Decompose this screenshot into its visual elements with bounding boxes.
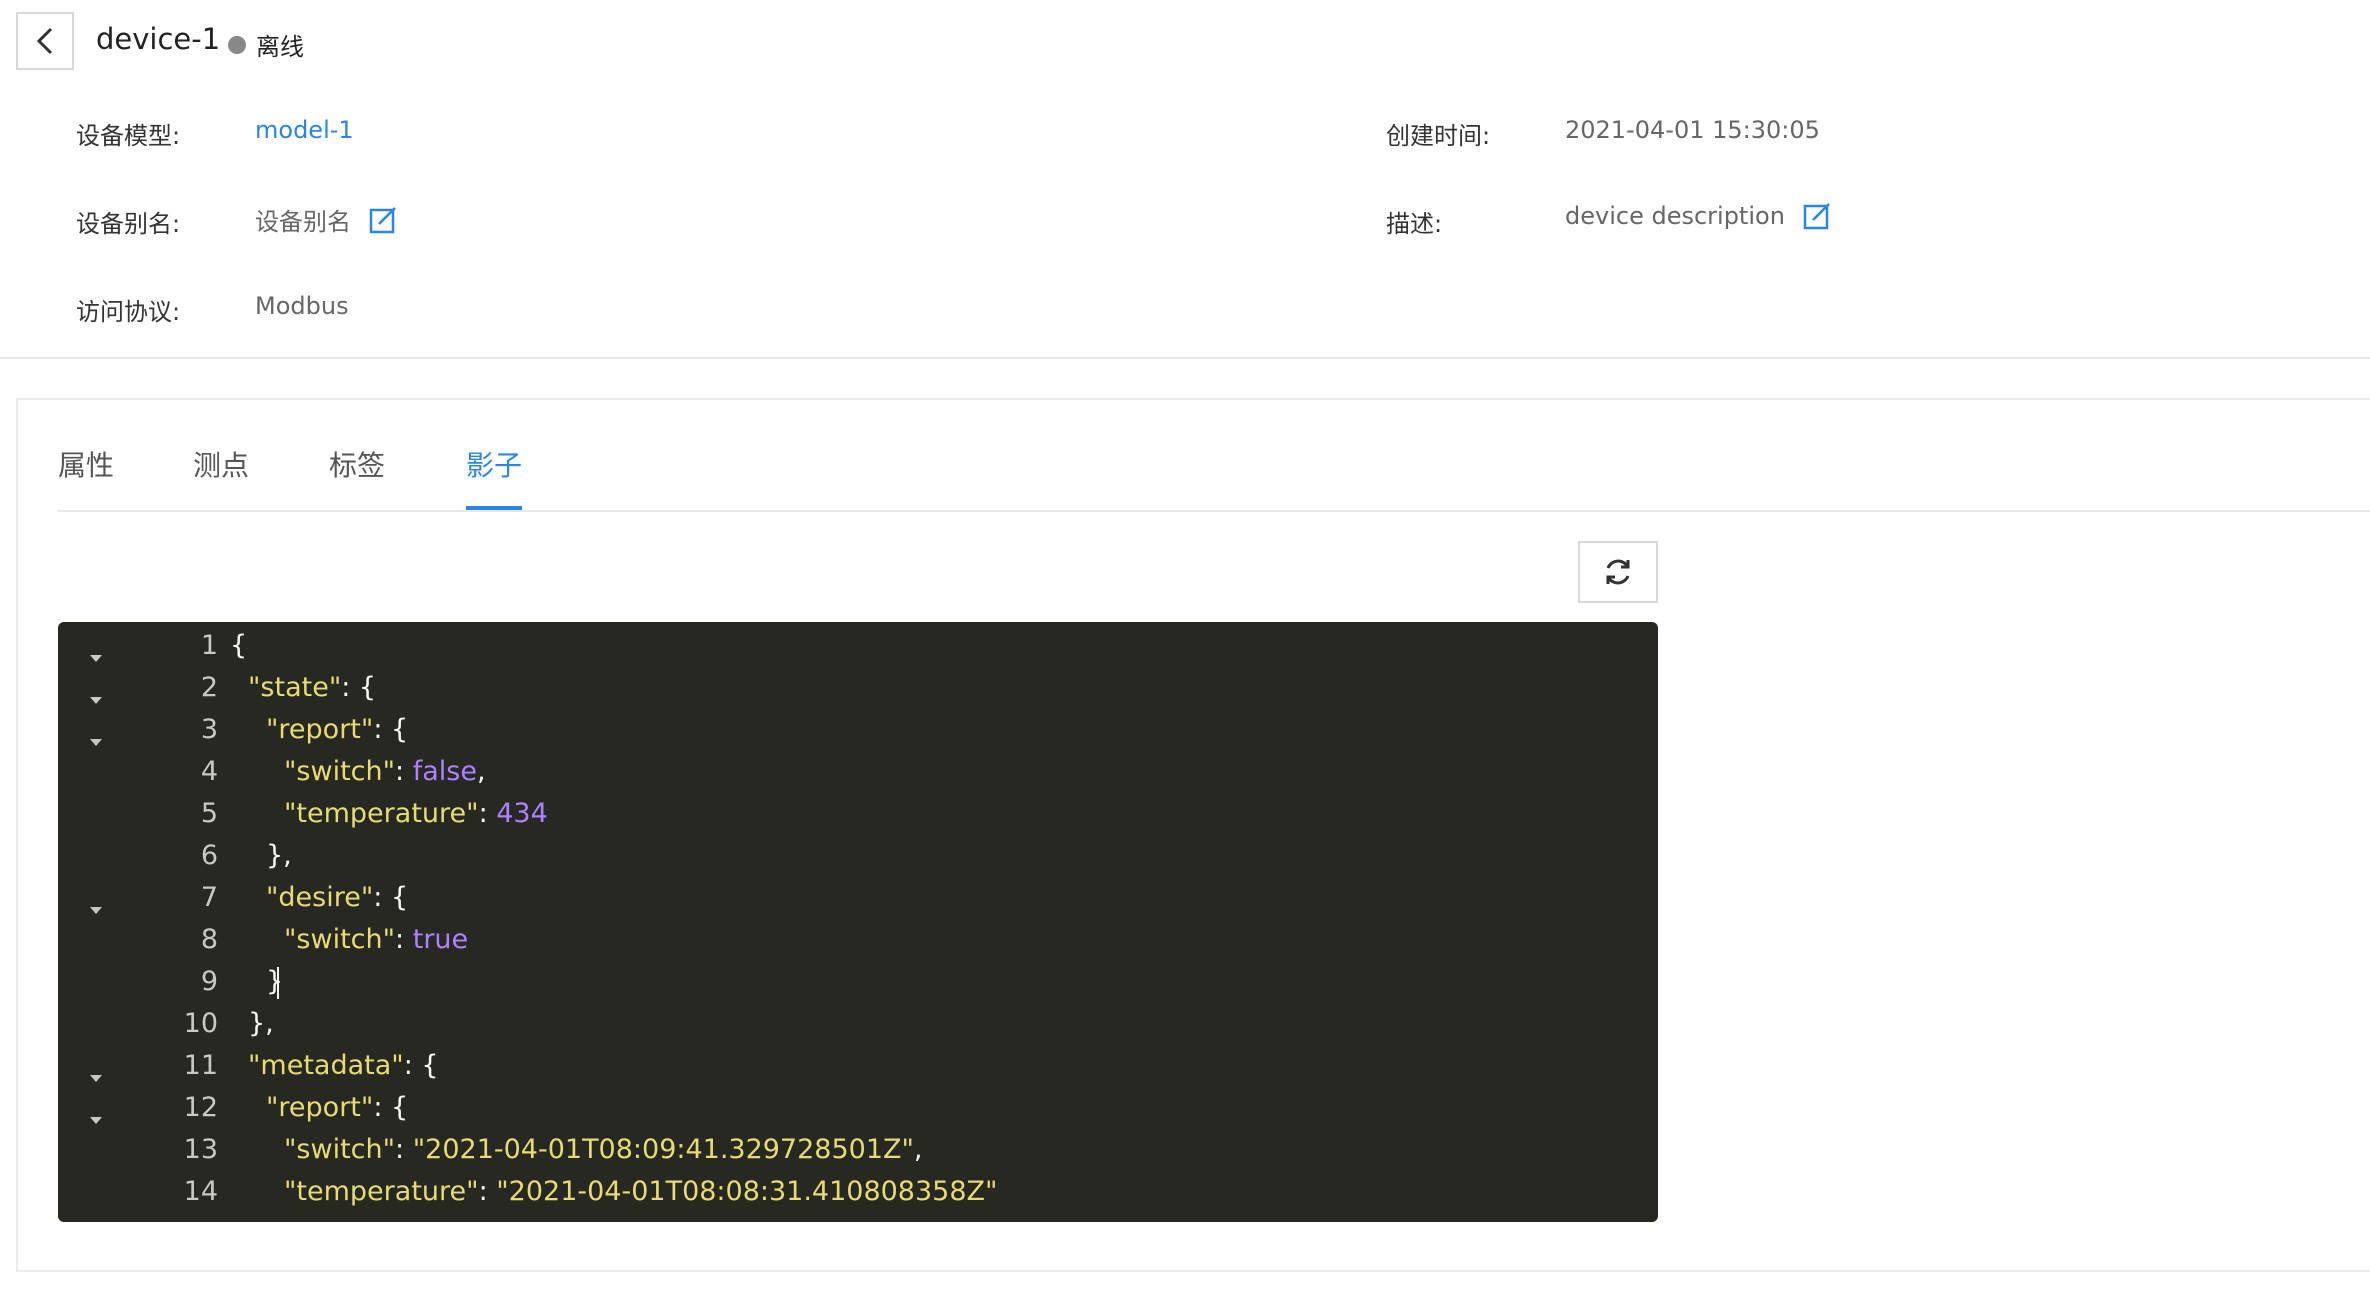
description-label: 描述:: [1386, 210, 1443, 238]
line-number: 12: [183, 1092, 218, 1123]
code-line: 4 "switch": false,: [58, 752, 1658, 794]
code-line: 6},: [58, 836, 1658, 878]
description-text: device description: [1565, 202, 1785, 230]
line-number: 6: [200, 840, 218, 871]
code-line: 1{: [58, 626, 1658, 668]
description-value: device description: [1565, 202, 1831, 230]
code-line: 8 "switch": true: [58, 920, 1658, 962]
line-number: 14: [183, 1176, 218, 1207]
caret-down-icon[interactable]: [88, 640, 104, 671]
device-title: device-1: [96, 22, 221, 56]
code-line: 11 "metadata": {: [58, 1046, 1658, 1088]
tab-tags[interactable]: 标签: [329, 444, 385, 484]
code-line: 9}: [58, 962, 1658, 1004]
back-button[interactable]: [16, 12, 74, 70]
edit-description-icon[interactable]: [1803, 202, 1831, 230]
code-text: "state": {: [248, 672, 377, 703]
line-number: 5: [200, 798, 218, 829]
code-text: "switch": false,: [284, 756, 486, 787]
chevron-left-icon: [36, 27, 53, 55]
code-text: },: [266, 840, 292, 871]
caret-down-icon[interactable]: [88, 682, 104, 713]
code-text: {: [230, 630, 248, 661]
code-line: 13 "switch": "2021-04-01T08:09:41.3297285…: [58, 1130, 1658, 1172]
line-number: 3: [200, 714, 218, 745]
code-text: "switch": "2021-04-01T08:09:41.329728501…: [284, 1134, 923, 1165]
line-number: 10: [183, 1008, 218, 1039]
device-header: device-1 离线 设备模型: model-1 设备别名: 设备别名 访问协…: [0, 0, 2370, 359]
text-cursor: [277, 966, 280, 999]
line-number: 7: [200, 882, 218, 913]
code-line: 14 "temperature": "2021-04-01T08:08:31.41…: [58, 1172, 1658, 1214]
line-number: 8: [200, 924, 218, 955]
model-label: 设备模型:: [76, 122, 181, 150]
tab-shadow[interactable]: 影子: [466, 444, 522, 484]
code-line: 10},: [58, 1004, 1658, 1046]
line-number: 4: [200, 756, 218, 787]
code-text: "switch": true: [284, 924, 469, 955]
created-value: 2021-04-01 15:30:05: [1565, 116, 1820, 144]
code-line: 2 "state": {: [58, 668, 1658, 710]
protocol-value: Modbus: [255, 292, 349, 320]
line-number: 1: [200, 630, 218, 661]
line-number: 13: [183, 1134, 218, 1165]
code-text: "desire": {: [266, 882, 409, 913]
tab-properties[interactable]: 属性: [58, 444, 114, 484]
refresh-icon: [1606, 559, 1630, 585]
status-badge: 离线: [228, 27, 304, 62]
edit-alias-icon[interactable]: [369, 206, 397, 234]
code-text: },: [248, 1008, 274, 1039]
caret-down-icon[interactable]: [88, 1060, 104, 1091]
json-editor[interactable]: 1{2 "state": {3 "report": {4 "switch": fals…: [58, 622, 1658, 1222]
code-line: 3 "report": {: [58, 710, 1658, 752]
alias-label: 设备别名:: [76, 210, 181, 238]
line-number: 11: [183, 1050, 218, 1081]
active-tab-indicator: [466, 506, 522, 510]
caret-down-icon[interactable]: [88, 892, 104, 923]
caret-down-icon[interactable]: [88, 724, 104, 755]
tab-measure-points[interactable]: 测点: [193, 444, 249, 484]
created-label: 创建时间:: [1386, 122, 1491, 150]
status-text: 离线: [256, 33, 304, 61]
tab-bar: 属性 测点 标签 影子: [58, 440, 2370, 512]
code-line: 7 "desire": {: [58, 878, 1658, 920]
code-line: 5 "temperature": 434: [58, 794, 1658, 836]
code-text: "metadata": {: [248, 1050, 439, 1081]
line-number: 2: [200, 672, 218, 703]
refresh-button[interactable]: [1578, 541, 1658, 603]
code-text: }: [266, 966, 284, 999]
code-text: "temperature": 434: [284, 798, 548, 829]
alias-text: 设备别名: [255, 208, 351, 236]
status-dot-icon: [228, 35, 246, 54]
code-line: 12 "report": {: [58, 1088, 1658, 1130]
code-text: "report": {: [266, 714, 409, 745]
model-link[interactable]: model-1: [255, 116, 354, 144]
line-number: 9: [200, 966, 218, 997]
alias-value: 设备别名: [255, 202, 397, 237]
code-text: "temperature": "2021-04-01T08:08:31.4108…: [284, 1176, 998, 1207]
caret-down-icon[interactable]: [88, 1102, 104, 1133]
protocol-label: 访问协议:: [76, 298, 181, 326]
code-text: "report": {: [266, 1092, 409, 1123]
